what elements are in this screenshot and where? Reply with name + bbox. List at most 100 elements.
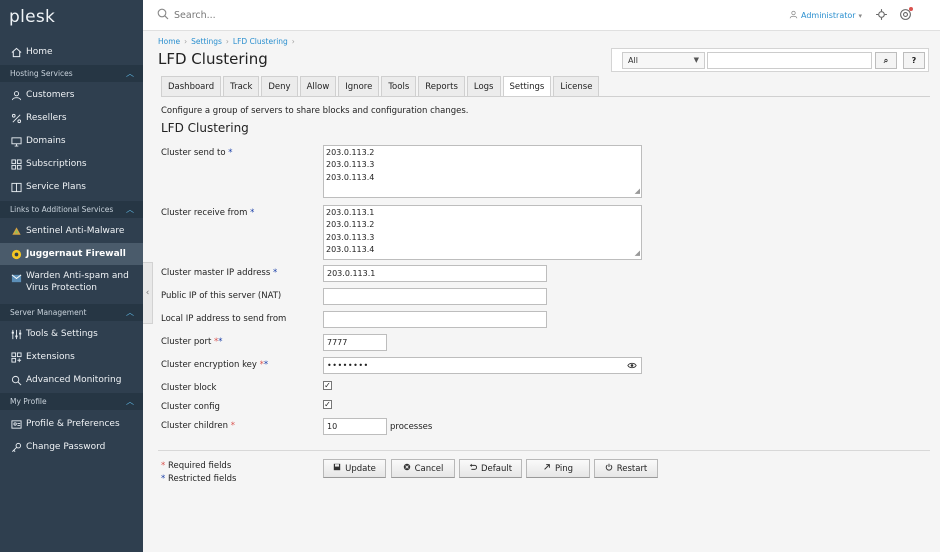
cluster-block-label: Cluster block [161, 383, 217, 393]
sidebar-item-label: Sentinel Anti-Malware [26, 226, 125, 236]
help-button[interactable]: ? [903, 52, 925, 69]
tab-tools[interactable]: Tools [381, 76, 417, 96]
breadcrumb-settings[interactable]: Settings [191, 37, 222, 46]
sidebar-item-juggernaut-firewall[interactable]: Juggernaut Firewall [0, 243, 143, 265]
undo-icon [469, 463, 478, 474]
cluster-receive-from-textarea[interactable]: 203.0.113.1 203.0.113.2 203.0.113.3 203.… [323, 205, 642, 260]
sidebar-item-label: Service Plans [26, 182, 86, 192]
eye-icon[interactable] [627, 361, 637, 370]
sidebar-item-domains[interactable]: Domains [0, 130, 143, 152]
sidebar-item-extensions[interactable]: Extensions [0, 346, 143, 368]
sidebar-item-advanced-monitoring[interactable]: Advanced Monitoring [0, 369, 143, 391]
notifications-icon[interactable] [899, 7, 913, 21]
required-marker: * [161, 461, 166, 471]
cluster-children-input[interactable]: 10 [323, 418, 387, 435]
default-button[interactable]: Default [459, 459, 522, 478]
tab-dashboard[interactable]: Dashboard [161, 76, 222, 96]
chevron-up-icon: ︿ [126, 205, 134, 214]
sidebar-item-warden[interactable]: Warden Anti-spam and Virus Protection [0, 268, 143, 296]
top-bar: Search... Administrator ▾ [143, 0, 940, 31]
restart-button[interactable]: Restart [594, 459, 658, 478]
section-links-additional[interactable]: Links to Additional Services ︿ [0, 201, 143, 218]
sidebar-item-label: Juggernaut Firewall [26, 249, 126, 259]
firewall-icon [10, 248, 22, 260]
resize-grip-icon[interactable]: ◢ [635, 185, 640, 197]
encryption-key-input[interactable]: •••••••• [323, 357, 642, 374]
cluster-send-to-textarea[interactable]: 203.0.113.2 203.0.113.3 203.0.113.4 ◢ [323, 145, 642, 198]
cluster-master-ip-input[interactable]: 203.0.113.1 [323, 265, 547, 282]
page-title: LFD Clustering [158, 50, 268, 68]
local-ip-label: Local IP address to send from [161, 314, 287, 324]
filter-search-input[interactable] [707, 52, 872, 69]
textarea-line: 203.0.113.2 [326, 148, 375, 157]
sidebar-item-home[interactable]: Home [0, 41, 143, 63]
textarea-line: 203.0.113.1 [326, 208, 375, 217]
cluster-receive-from-label: Cluster receive from * [161, 208, 254, 218]
tab-allow[interactable]: Allow [299, 76, 337, 96]
section-my-profile[interactable]: My Profile ︿ [0, 393, 143, 410]
sidebar-item-service-plans[interactable]: Service Plans [0, 176, 143, 198]
user-menu[interactable]: Administrator ▾ [789, 10, 862, 21]
required-marker: * [230, 421, 235, 431]
sidebar-collapse-handle[interactable]: ‹ [143, 262, 153, 324]
profile-icon [10, 418, 22, 430]
mail-shield-icon [10, 272, 22, 284]
resize-grip-icon[interactable]: ◢ [635, 247, 640, 259]
breadcrumb-home[interactable]: Home [158, 37, 180, 46]
cluster-config-checkbox[interactable]: ✓ [323, 400, 332, 409]
sidebar: plesk Home Hosting Services ︿ Customers … [0, 0, 143, 552]
plesk-logo[interactable]: plesk [9, 7, 55, 27]
tab-license[interactable]: License [553, 76, 600, 96]
section-hosting-services[interactable]: Hosting Services ︿ [0, 65, 143, 82]
updates-icon[interactable] [875, 8, 888, 21]
tab-logs[interactable]: Logs [466, 76, 501, 96]
sidebar-item-profile-preferences[interactable]: Profile & Preferences [0, 413, 143, 435]
cluster-block-checkbox[interactable]: ✓ [323, 381, 332, 390]
ping-button[interactable]: Ping [526, 459, 590, 478]
label-text: Cluster send to [161, 148, 226, 158]
book-icon [10, 181, 22, 193]
global-search[interactable]: Search... [157, 8, 216, 23]
section-label: Server Management [10, 308, 87, 317]
filter-search-button[interactable]: ⌕ [875, 52, 897, 69]
cluster-config-label: Cluster config [161, 402, 220, 412]
tab-settings[interactable]: Settings [502, 76, 552, 96]
tab-reports[interactable]: Reports [418, 76, 465, 96]
restricted-legend: * Restricted fields [161, 474, 236, 484]
sliders-icon [10, 328, 22, 340]
breadcrumb-lfd-clustering[interactable]: LFD Clustering [233, 37, 288, 46]
tab-track[interactable]: Track [223, 76, 260, 96]
label-line-2: Virus Protection [26, 283, 97, 293]
filter-select[interactable]: All ▼ [622, 52, 705, 69]
sidebar-item-label: Warden Anti-spam and Virus Protection [26, 270, 129, 294]
sidebar-item-subscriptions[interactable]: Subscriptions [0, 153, 143, 175]
cluster-port-input[interactable]: 7777 [323, 334, 387, 351]
local-ip-input[interactable] [323, 311, 547, 328]
tab-deny[interactable]: Deny [261, 76, 298, 96]
cluster-send-to-label: Cluster send to * [161, 148, 233, 158]
sidebar-item-label: Resellers [26, 113, 67, 123]
tab-ignore[interactable]: Ignore [338, 76, 380, 96]
sidebar-item-tools-settings[interactable]: Tools & Settings [0, 323, 143, 345]
chevron-up-icon: ︿ [126, 397, 134, 406]
notification-dot [909, 7, 913, 11]
sidebar-item-resellers[interactable]: Resellers [0, 107, 143, 129]
update-button[interactable]: Update [323, 459, 386, 478]
chevron-right-icon: › [225, 37, 229, 46]
sidebar-item-label: Customers [26, 90, 75, 100]
chevron-down-icon: ▾ [858, 11, 863, 20]
sidebar-item-customers[interactable]: Customers [0, 84, 143, 106]
chevron-up-icon: ︿ [126, 69, 134, 78]
shield-icon [10, 225, 22, 237]
chevron-left-icon: ‹ [145, 288, 150, 298]
cancel-button[interactable]: Cancel [391, 459, 455, 478]
public-ip-input[interactable] [323, 288, 547, 305]
sidebar-item-change-password[interactable]: Change Password [0, 436, 143, 458]
restricted-marker: * [250, 208, 255, 218]
sidebar-item-sentinel[interactable]: Sentinel Anti-Malware [0, 220, 143, 242]
section-server-management[interactable]: Server Management ︿ [0, 304, 143, 321]
sidebar-item-label: Profile & Preferences [26, 419, 120, 429]
search-input[interactable]: Search... [174, 10, 216, 21]
sidebar-item-label: Domains [26, 136, 66, 146]
key-icon [10, 441, 22, 453]
